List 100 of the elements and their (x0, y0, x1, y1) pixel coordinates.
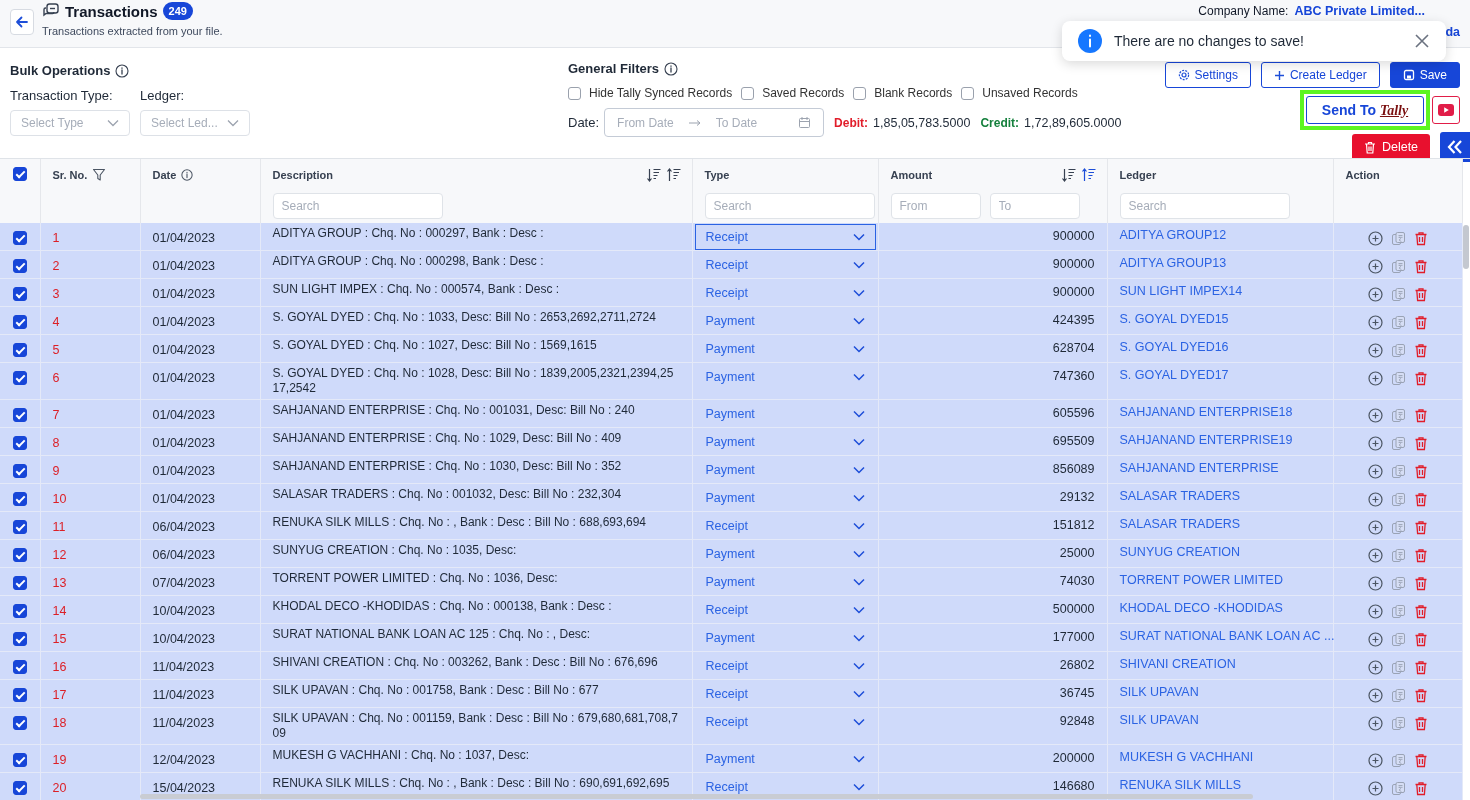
settings-button[interactable]: Settings (1164, 62, 1251, 88)
search-field[interactable]: Search (1119, 193, 1290, 219)
ledger-link[interactable]: SILK UPAVAN (1119, 713, 1199, 727)
trash-icon[interactable] (1413, 716, 1428, 731)
trash-icon[interactable] (1413, 492, 1428, 507)
type-dropdown[interactable]: Payment (694, 336, 876, 362)
amount-from-field[interactable]: From (890, 193, 981, 219)
filter-icon[interactable] (92, 168, 107, 182)
row-checkbox[interactable] (12, 315, 27, 329)
row-checkbox[interactable] (12, 576, 27, 590)
row-checkbox[interactable] (12, 781, 27, 795)
search-field[interactable]: Search (704, 193, 875, 219)
type-dropdown[interactable]: Payment (694, 541, 876, 567)
plus-circle-icon[interactable] (1367, 753, 1383, 768)
plus-circle-icon[interactable] (1367, 371, 1383, 386)
type-dropdown[interactable]: Payment (694, 625, 876, 651)
trash-icon[interactable] (1413, 632, 1428, 647)
row-checkbox[interactable] (12, 604, 27, 618)
vertical-scrollbar[interactable] (1463, 225, 1469, 269)
plus-circle-icon[interactable] (1367, 259, 1383, 274)
row-checkbox[interactable] (12, 492, 27, 506)
type-dropdown[interactable]: Payment (694, 308, 876, 334)
sort-descending-icon[interactable] (645, 167, 662, 183)
close-icon[interactable] (1414, 33, 1430, 49)
trash-icon[interactable] (1413, 371, 1428, 386)
plus-circle-icon[interactable] (1367, 576, 1383, 591)
type-dropdown[interactable]: Receipt (694, 280, 876, 306)
type-dropdown[interactable]: Payment (694, 746, 876, 772)
back-button[interactable] (10, 9, 34, 35)
type-dropdown[interactable]: Receipt (694, 774, 876, 800)
trash-icon[interactable] (1413, 604, 1428, 619)
row-checkbox[interactable] (12, 716, 27, 730)
row-checkbox[interactable] (12, 464, 27, 478)
type-dropdown[interactable]: Receipt (694, 224, 876, 250)
type-dropdown[interactable]: Payment (694, 401, 876, 427)
plus-circle-icon[interactable] (1367, 436, 1383, 451)
checkbox[interactable] (741, 86, 755, 100)
plus-circle-icon[interactable] (1367, 781, 1383, 796)
plus-circle-icon[interactable] (1367, 315, 1383, 330)
plus-circle-icon[interactable] (1367, 231, 1383, 246)
plus-circle-icon[interactable] (1367, 548, 1383, 563)
plus-circle-icon[interactable] (1367, 492, 1383, 507)
create-ledger-button[interactable]: Create Ledger (1260, 62, 1380, 88)
horizontal-scrollbar[interactable] (140, 794, 1253, 799)
date-range-field[interactable]: From Date To Date (604, 108, 825, 137)
row-checkbox[interactable] (12, 753, 27, 767)
trash-icon[interactable] (1413, 259, 1428, 274)
sort-ascending-icon[interactable] (665, 167, 682, 183)
row-checkbox[interactable] (12, 408, 27, 422)
checkbox[interactable] (961, 86, 975, 100)
plus-circle-icon[interactable] (1367, 287, 1383, 302)
video-button[interactable] (1432, 96, 1460, 124)
trash-icon[interactable] (1413, 287, 1428, 302)
row-checkbox[interactable] (12, 520, 27, 534)
row-checkbox[interactable] (12, 259, 27, 273)
amount-to-field[interactable]: To (989, 193, 1080, 219)
ledger-link[interactable]: SILK UPAVAN (1119, 685, 1199, 699)
plus-circle-icon[interactable] (1367, 520, 1383, 535)
type-dropdown[interactable]: Payment (694, 429, 876, 455)
ledger-select[interactable]: Select Led... (140, 110, 250, 136)
row-checkbox[interactable] (12, 660, 27, 674)
type-select[interactable]: Select Type (10, 110, 130, 136)
search-field[interactable]: Search (272, 193, 443, 219)
trash-icon[interactable] (1413, 231, 1428, 246)
plus-circle-icon[interactable] (1367, 660, 1383, 675)
row-checkbox[interactable] (12, 632, 27, 646)
type-dropdown[interactable]: Payment (694, 457, 876, 483)
select-all-checkbox[interactable] (12, 167, 27, 181)
row-checkbox[interactable] (12, 287, 27, 301)
plus-circle-icon[interactable] (1367, 408, 1383, 423)
sort-descending-icon[interactable] (1060, 167, 1077, 183)
plus-circle-icon[interactable] (1367, 632, 1383, 647)
plus-circle-icon[interactable] (1367, 343, 1383, 358)
trash-icon[interactable] (1413, 343, 1428, 358)
delete-button[interactable]: Delete (1352, 133, 1430, 161)
type-dropdown[interactable]: Receipt (694, 681, 876, 707)
trash-icon[interactable] (1413, 520, 1428, 535)
plus-circle-icon[interactable] (1367, 464, 1383, 479)
row-checkbox[interactable] (12, 688, 27, 702)
type-dropdown[interactable]: Payment (694, 485, 876, 511)
row-checkbox[interactable] (12, 231, 27, 245)
plus-circle-icon[interactable] (1367, 688, 1383, 703)
row-checkbox[interactable] (12, 343, 27, 357)
trash-icon[interactable] (1413, 548, 1428, 563)
trash-icon[interactable] (1413, 781, 1428, 796)
trash-icon[interactable] (1413, 315, 1428, 330)
ledger-link[interactable]: S. GOYAL DYED17 (1119, 368, 1229, 382)
type-dropdown[interactable]: Receipt (694, 513, 876, 539)
row-checkbox[interactable] (12, 371, 27, 385)
row-checkbox[interactable] (12, 436, 27, 450)
trash-icon[interactable] (1413, 576, 1428, 591)
plus-circle-icon[interactable] (1367, 604, 1383, 619)
type-dropdown[interactable]: Payment (694, 569, 876, 595)
trash-icon[interactable] (1413, 408, 1428, 423)
trash-icon[interactable] (1413, 464, 1428, 479)
checkbox[interactable] (568, 86, 581, 100)
trash-icon[interactable] (1413, 436, 1428, 451)
trash-icon[interactable] (1413, 688, 1428, 703)
plus-circle-icon[interactable] (1367, 716, 1383, 731)
row-checkbox[interactable] (12, 548, 27, 562)
